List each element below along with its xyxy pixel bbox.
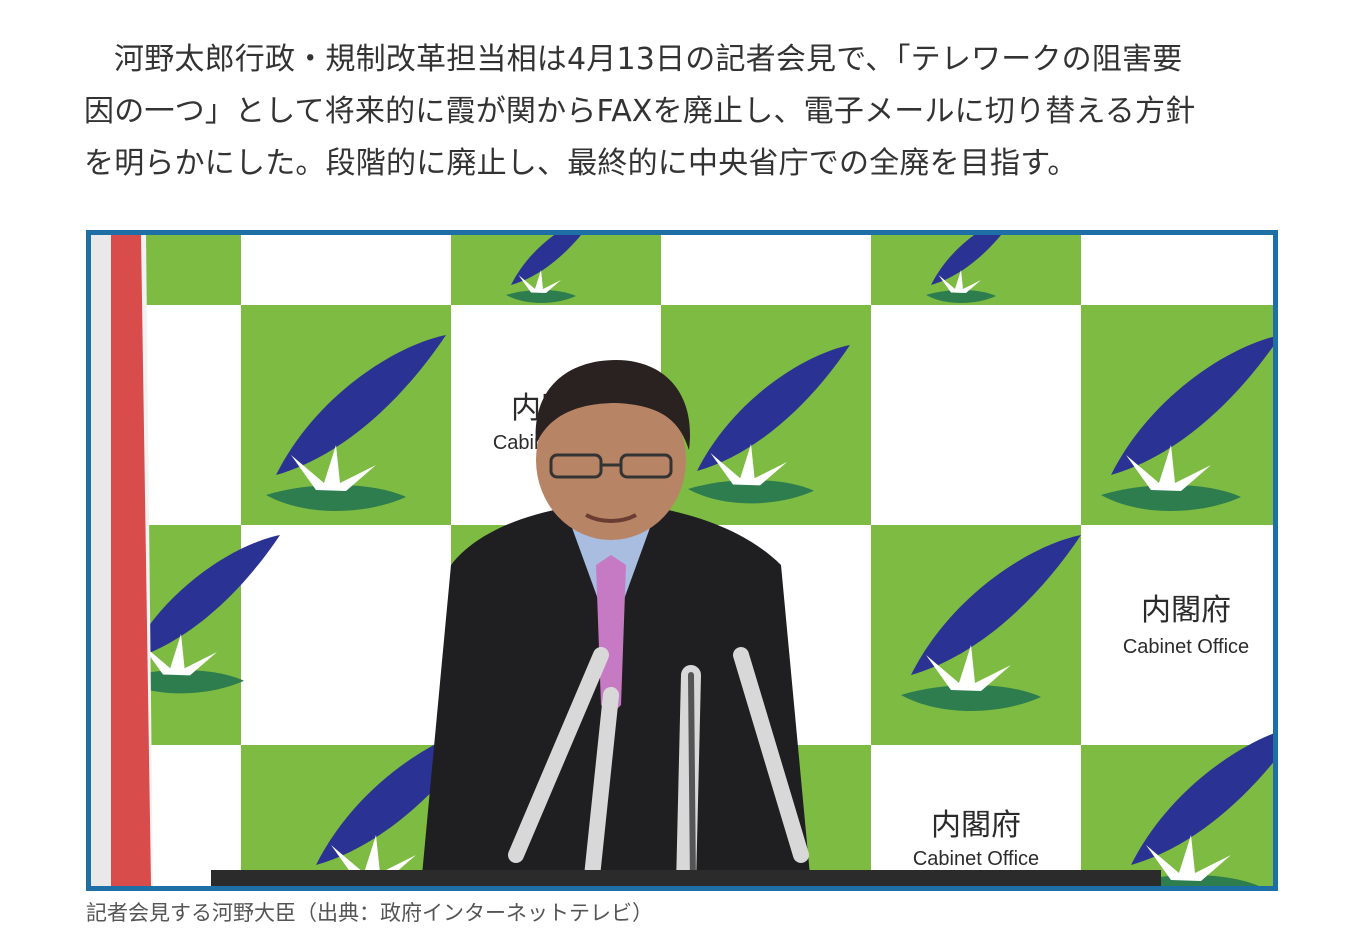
backdrop-label-jp: 内閣府 — [931, 392, 1021, 425]
backdrop-label-jp: 内閣府 — [301, 604, 391, 637]
backdrop-label-jp: 内閣府 — [931, 809, 1021, 842]
backdrop-label-en: Cabinet Office — [913, 848, 1039, 870]
paragraph-line-3: を明らかにした。段階的に廃止し、最終的に中央省庁での全廃を目指す。 — [84, 146, 1078, 181]
paragraph-line-1: 河野太郎行政・規制改革担当相は4月13日の記者会見で、「テレワークの阻害要 — [114, 42, 1183, 77]
paragraph-line-2: 因の一つ」として将来的に霞が関からFAXを廃止し、電子メールに切り替える方針 — [84, 94, 1196, 129]
press-conference-photo: 内閣府 Cabinet Office 内閣府 Cabinet Office 内閣… — [91, 235, 1273, 886]
article-paragraph: 河野太郎行政・規制改革担当相は4月13日の記者会見で、「テレワークの阻害要 因の… — [84, 34, 1284, 190]
photo-caption: 記者会見する河野大臣（出典：政府インターネットテレビ） — [86, 901, 653, 925]
backdrop-label-en: Cabinet Office — [283, 643, 409, 665]
backdrop-label-en: Cabinet Office — [1123, 636, 1249, 658]
backdrop-label-en: Cabinet Office — [913, 432, 1039, 454]
flag — [91, 235, 153, 886]
backdrop-label-jp: 内閣府 — [1141, 594, 1231, 627]
podium — [211, 870, 1161, 886]
press-conference-photo-frame: 内閣府 Cabinet Office 内閣府 Cabinet Office 内閣… — [86, 230, 1278, 891]
